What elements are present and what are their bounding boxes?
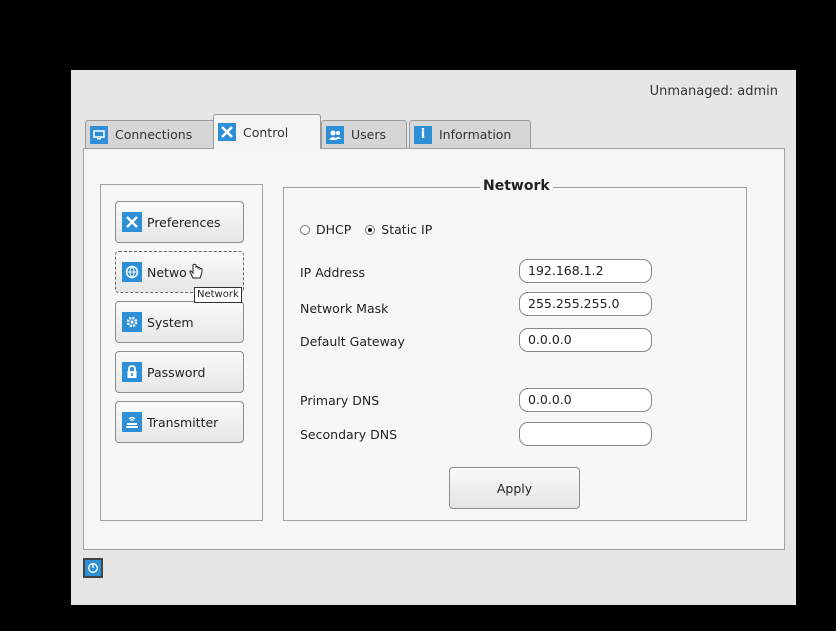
default-gateway-label: Default Gateway — [300, 334, 405, 349]
tools-icon — [122, 212, 142, 232]
tab-information[interactable]: i Information — [409, 120, 531, 148]
ip-mode-group: DHCP Static IP — [300, 222, 432, 237]
default-gateway-field[interactable]: 0.0.0.0 — [519, 328, 652, 352]
tab-label: Connections — [115, 127, 193, 142]
apply-button[interactable]: Apply — [449, 467, 580, 509]
static-ip-radio[interactable] — [365, 224, 376, 235]
sidebar-item-label: System — [147, 314, 194, 330]
sidebar-item-label: Password — [147, 364, 206, 380]
tooltip: Network — [194, 287, 242, 303]
globe-icon — [122, 262, 142, 282]
network-mask-label: Network Mask — [300, 301, 389, 316]
tab-label: Users — [351, 127, 387, 142]
static-ip-label: Static IP — [381, 222, 433, 237]
power-icon[interactable] — [83, 558, 103, 578]
broadcast-icon — [122, 412, 142, 432]
dhcp-radio[interactable] — [300, 224, 310, 235]
monitor-icon — [90, 125, 108, 144]
secondary-dns-label: Secondary DNS — [300, 427, 398, 442]
sidebar-item-label: Transmitter — [147, 414, 219, 430]
content-area: Preferences Netwo System Password Transm… — [83, 148, 785, 550]
network-panel: Network DHCP Static IP IP Address 192.16… — [283, 178, 747, 521]
tab-label: Control — [243, 124, 289, 140]
tab-label: Information — [439, 127, 512, 142]
hand-cursor-icon — [189, 263, 203, 279]
sidebar-item-label: Preferences — [147, 214, 221, 230]
lock-icon — [122, 362, 142, 382]
sidebar-item-preferences[interactable]: Preferences — [115, 201, 244, 243]
info-icon: i — [414, 125, 432, 144]
tab-users[interactable]: Users — [321, 120, 407, 148]
ip-address-field[interactable]: 192.168.1.2 — [519, 259, 652, 283]
primary-dns-field[interactable]: 0.0.0.0 — [519, 388, 652, 412]
secondary-dns-field[interactable] — [519, 422, 652, 446]
sidebar-item-transmitter[interactable]: Transmitter — [115, 401, 244, 443]
gear-icon — [122, 312, 142, 332]
tab-connections[interactable]: Connections — [85, 120, 215, 148]
sidebar-item-password[interactable]: Password — [115, 351, 244, 393]
sidebar: Preferences Netwo System Password Transm… — [100, 184, 263, 521]
user-status: Unmanaged: admin — [649, 84, 778, 99]
tab-control[interactable]: Control — [213, 114, 321, 149]
primary-dns-label: Primary DNS — [300, 393, 380, 408]
sidebar-item-label: Netwo — [147, 264, 187, 280]
main-window: Unmanaged: admin Connections Control Use… — [71, 70, 796, 605]
tools-icon — [218, 123, 236, 141]
ip-address-label: IP Address — [300, 265, 365, 280]
network-mask-field[interactable]: 255.255.255.0 — [519, 292, 652, 316]
panel-title: Network — [480, 178, 553, 194]
dhcp-label: DHCP — [316, 222, 352, 237]
sidebar-item-system[interactable]: System — [115, 301, 244, 343]
users-icon — [326, 125, 344, 144]
